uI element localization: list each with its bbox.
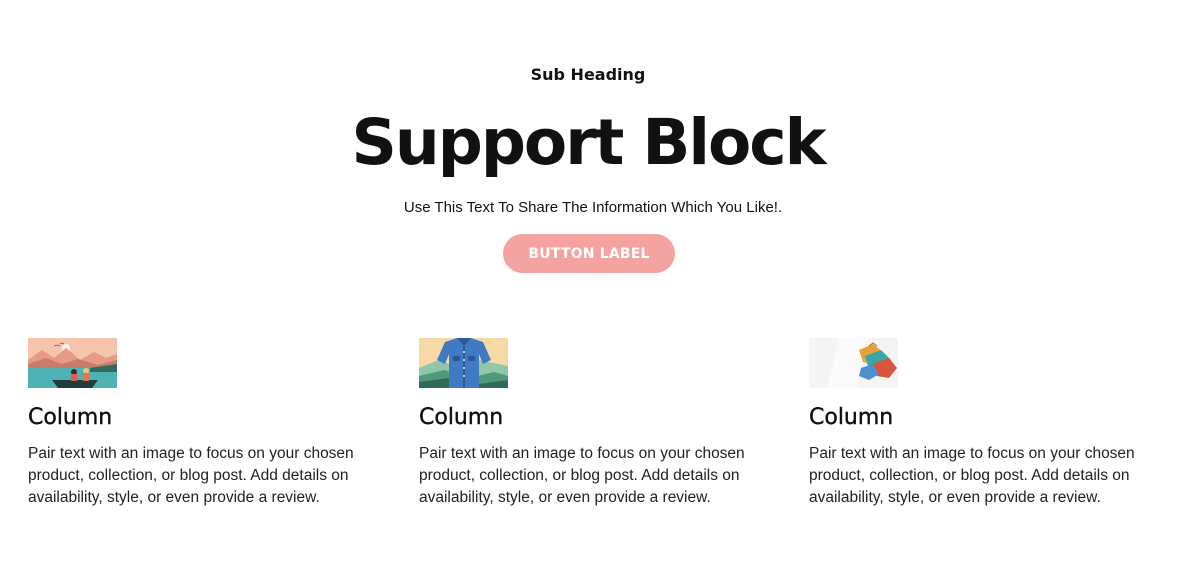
column-title: Column xyxy=(809,405,894,430)
cta-button[interactable]: BUTTON LABEL xyxy=(503,234,675,273)
clothes-stack-image xyxy=(809,338,898,388)
hero-description: Use This Text To Share The Information W… xyxy=(403,199,783,216)
sub-heading: Sub Heading xyxy=(530,65,646,84)
lake-landscape-image xyxy=(28,338,117,388)
column-title: Column xyxy=(419,405,504,430)
column-title: Column xyxy=(28,405,113,430)
column-text: Pair text with an image to focus on your… xyxy=(809,445,1135,506)
columns-section: Column Pair text with an image to focus … xyxy=(28,338,1168,538)
column-item: Column Pair text with an image to focus … xyxy=(809,338,1154,509)
column-item: Column Pair text with an image to focus … xyxy=(28,338,373,509)
column-item: Column Pair text with an image to focus … xyxy=(419,338,764,509)
column-text: Pair text with an image to focus on your… xyxy=(419,445,745,506)
column-text: Pair text with an image to focus on your… xyxy=(28,445,354,506)
page-title: Support Block xyxy=(351,106,827,179)
shirt-landscape-image xyxy=(419,338,508,388)
